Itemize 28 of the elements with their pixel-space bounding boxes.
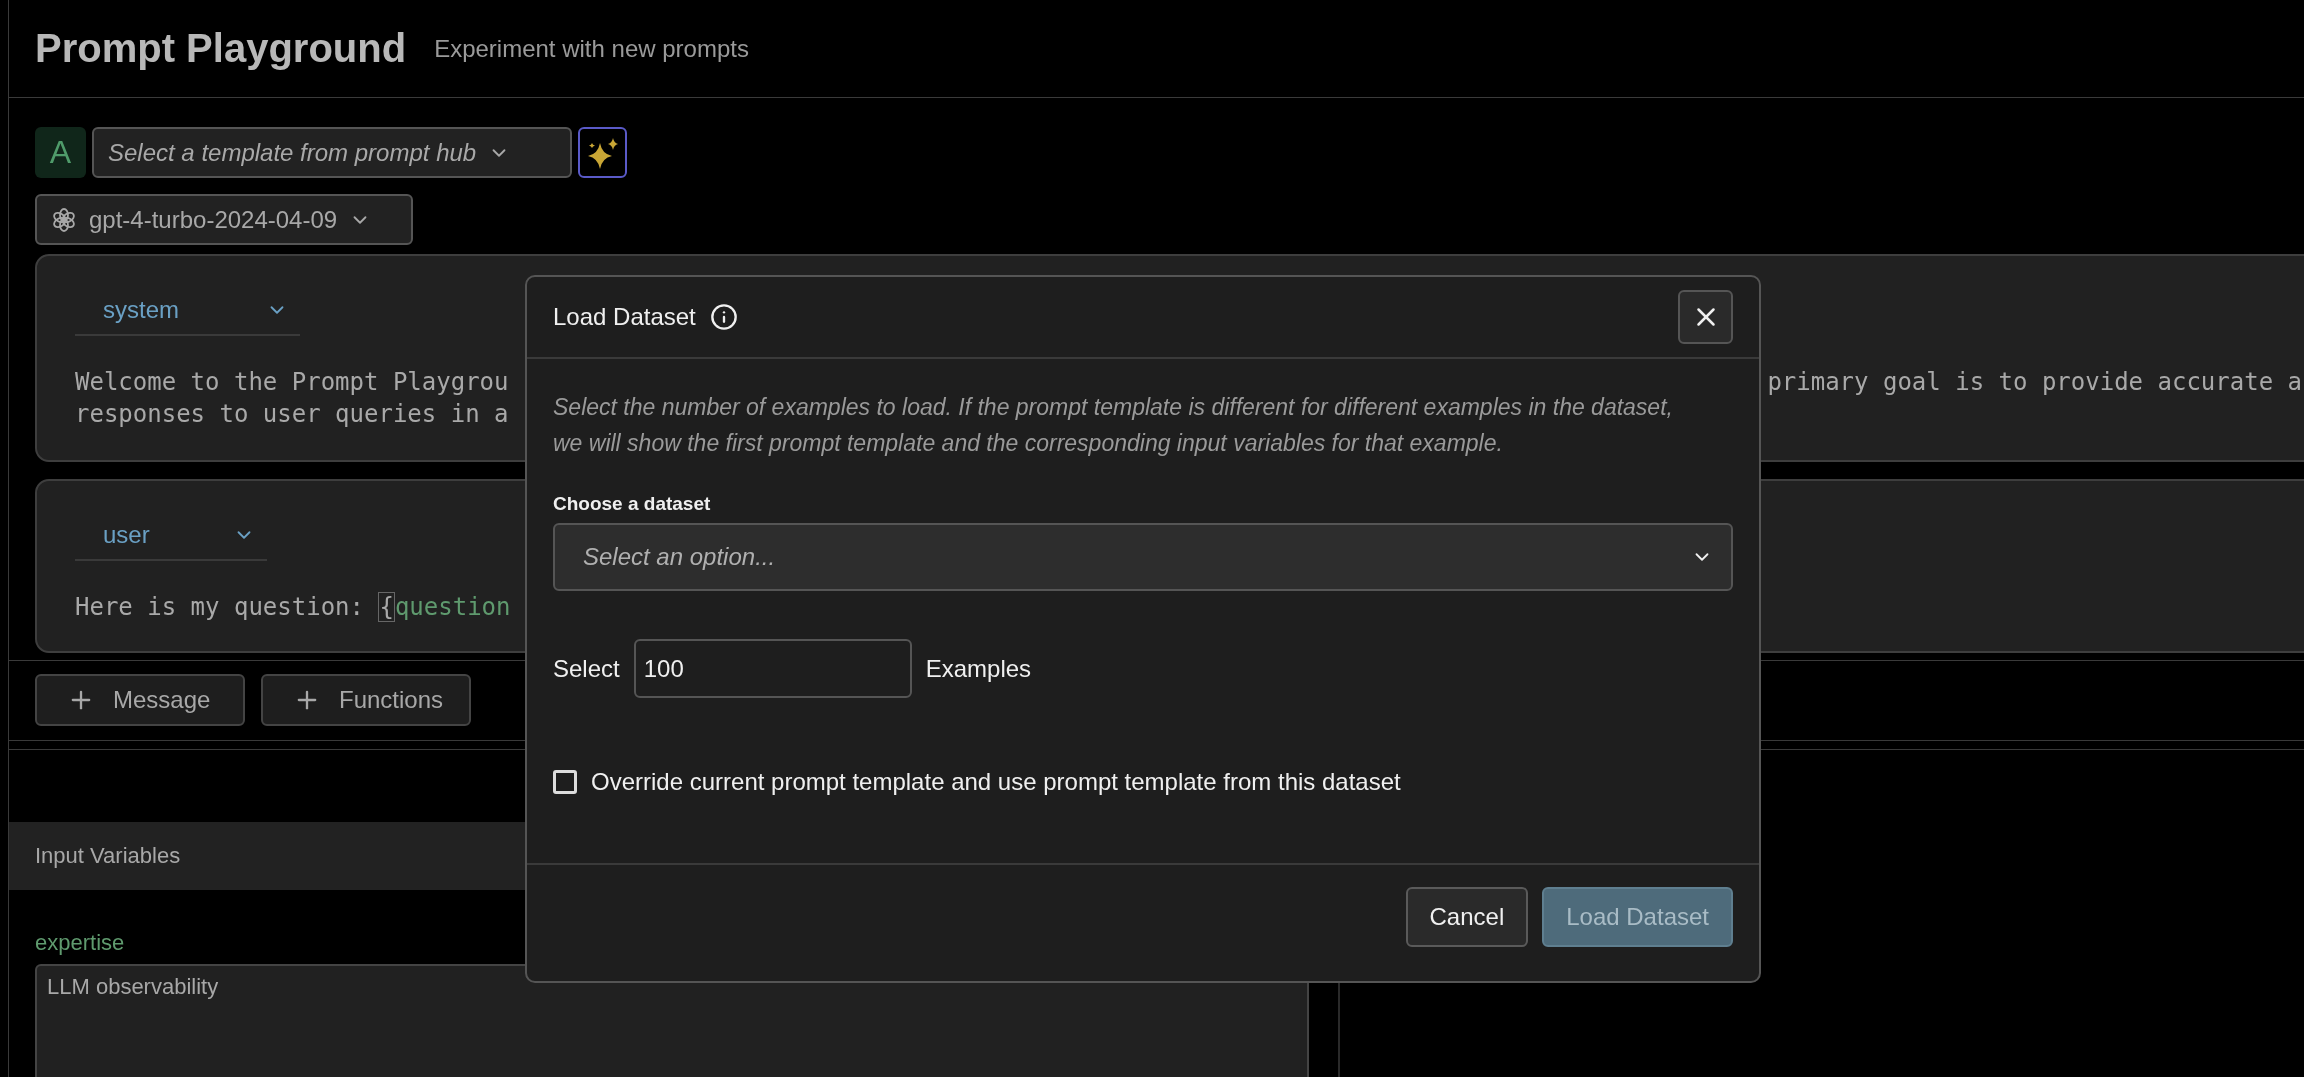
role-select[interactable]: user	[75, 511, 267, 561]
variable-name: expertise	[35, 930, 126, 956]
field-label: Choose a dataset	[553, 493, 712, 515]
dialog-title: Load Dataset	[553, 303, 696, 331]
add-button[interactable]: Functions	[261, 674, 471, 726]
close-button[interactable]	[1678, 290, 1733, 344]
model-select[interactable]: gpt-4-turbo-2024-04-09	[35, 194, 413, 245]
add-button[interactable]: Message	[35, 674, 245, 726]
page-title: Prompt Playground	[35, 26, 407, 71]
count-input[interactable]: 100	[633, 639, 912, 698]
message-text: primary goal is to provide accurate a	[1767, 367, 2302, 398]
dialog-button[interactable]: Cancel	[1405, 887, 1529, 947]
count-label: Select	[553, 654, 620, 683]
info-icon[interactable]	[709, 303, 738, 331]
page-subtitle: Experiment with new prompts	[434, 34, 749, 63]
role-select[interactable]: system	[75, 286, 300, 336]
avatar: A	[35, 127, 86, 178]
template-select[interactable]: Select a template from prompt hub	[92, 127, 572, 178]
checkbox-label: Override current prompt template and use prompt template from this dataset	[591, 768, 1401, 796]
message-text: responses to user queries in a	[75, 399, 509, 430]
dialog-description: Select the number of examples to load. If the prompt template is different for different examples in the dataset, we will show the first prompt template and the corresponding input variables for that example.	[553, 393, 1674, 458]
dataset-select[interactable]: Select an option...	[553, 523, 1733, 591]
override-checkbox[interactable]	[553, 770, 577, 794]
knot-icon	[51, 206, 77, 233]
message-text: Here is my question: {question	[75, 591, 511, 623]
sparkle-button[interactable]	[578, 127, 627, 178]
count-label: Examples	[925, 654, 1032, 683]
message-text: Welcome to the Prompt Playgrou	[75, 367, 509, 398]
